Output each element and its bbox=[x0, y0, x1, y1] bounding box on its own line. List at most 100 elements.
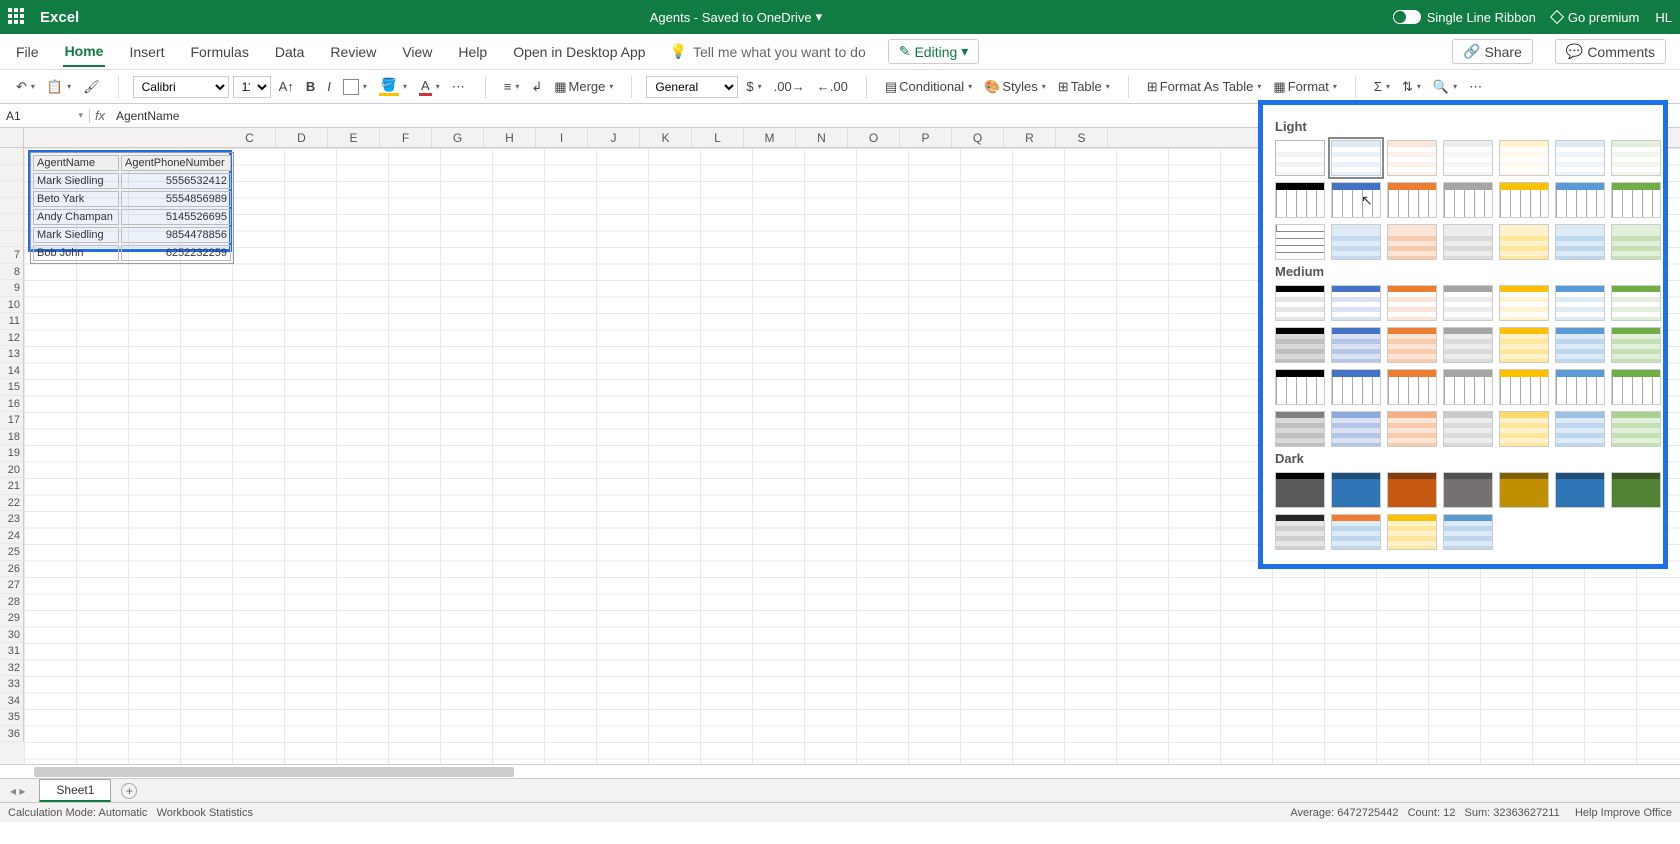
table-style-swatch[interactable] bbox=[1611, 285, 1661, 321]
row-header[interactable]: 16 bbox=[0, 396, 24, 413]
workbook-stats[interactable]: Workbook Statistics bbox=[157, 807, 253, 819]
sheet-tab[interactable]: Sheet1 bbox=[39, 779, 111, 802]
row-header[interactable]: 9 bbox=[0, 280, 24, 297]
table-style-swatch[interactable] bbox=[1387, 182, 1437, 218]
fx-icon[interactable]: fx bbox=[90, 108, 110, 123]
table-style-swatch[interactable] bbox=[1611, 224, 1661, 260]
go-premium-button[interactable]: Go premium bbox=[1552, 10, 1640, 25]
editing-mode-button[interactable]: ✎ Editing ▾ bbox=[888, 39, 980, 64]
italic-button[interactable]: I bbox=[323, 77, 335, 96]
column-header[interactable]: L bbox=[692, 128, 744, 147]
table-style-swatch[interactable] bbox=[1331, 327, 1381, 363]
help-improve[interactable]: Help Improve Office bbox=[1575, 807, 1672, 819]
table-style-swatch[interactable]: ↖ bbox=[1331, 140, 1381, 176]
number-format-select[interactable]: General bbox=[646, 76, 738, 98]
tab-file[interactable]: File bbox=[14, 38, 41, 66]
row-header[interactable]: 14 bbox=[0, 363, 24, 380]
table-style-swatch[interactable] bbox=[1443, 285, 1493, 321]
column-header[interactable]: J bbox=[588, 128, 640, 147]
table-style-swatch[interactable] bbox=[1443, 472, 1493, 508]
table-cell[interactable]: 5145526695 bbox=[121, 209, 231, 225]
table-style-swatch[interactable] bbox=[1387, 285, 1437, 321]
table-header[interactable]: AgentPhoneNumber bbox=[121, 155, 231, 171]
table-style-swatch[interactable] bbox=[1275, 224, 1325, 260]
table-style-swatch[interactable] bbox=[1331, 472, 1381, 508]
table-cell[interactable]: 5556532412 bbox=[121, 173, 231, 189]
sort-filter-button[interactable]: ⇅ bbox=[1398, 77, 1425, 97]
comments-button[interactable]: 💬Comments bbox=[1555, 39, 1666, 64]
table-style-swatch[interactable] bbox=[1331, 224, 1381, 260]
table-style-swatch[interactable] bbox=[1387, 514, 1437, 550]
column-header[interactable]: K bbox=[640, 128, 692, 147]
row-header[interactable]: 20 bbox=[0, 462, 24, 479]
row-header[interactable]: 17 bbox=[0, 412, 24, 429]
row-header[interactable]: 25 bbox=[0, 544, 24, 561]
tab-help[interactable]: Help bbox=[456, 38, 489, 66]
table-style-swatch[interactable] bbox=[1275, 327, 1325, 363]
row-header[interactable]: 32 bbox=[0, 660, 24, 677]
table-style-swatch[interactable] bbox=[1611, 472, 1661, 508]
increase-font-button[interactable]: A↑ bbox=[275, 77, 298, 96]
table-style-swatch[interactable] bbox=[1499, 472, 1549, 508]
calc-mode[interactable]: Calculation Mode: Automatic bbox=[8, 807, 147, 819]
row-header[interactable]: 10 bbox=[0, 297, 24, 314]
font-color-button[interactable]: A bbox=[415, 76, 444, 98]
row-header[interactable]: 18 bbox=[0, 429, 24, 446]
table-style-swatch[interactable] bbox=[1387, 369, 1437, 405]
table-style-swatch[interactable] bbox=[1275, 472, 1325, 508]
bold-button[interactable]: B bbox=[302, 77, 319, 96]
row-header[interactable]: 34 bbox=[0, 693, 24, 710]
sheet-nav-arrows[interactable]: ◂ ▸ bbox=[0, 784, 35, 798]
table-style-swatch[interactable] bbox=[1443, 411, 1493, 447]
table-style-swatch[interactable] bbox=[1387, 472, 1437, 508]
column-header[interactable]: N bbox=[796, 128, 848, 147]
row-header[interactable]: 27 bbox=[0, 577, 24, 594]
table-cell[interactable]: Beto Yark bbox=[33, 191, 119, 207]
font-family-select[interactable]: Calibri bbox=[133, 76, 229, 98]
table-style-swatch[interactable] bbox=[1331, 369, 1381, 405]
autosum-button[interactable]: Σ bbox=[1370, 77, 1394, 96]
column-header[interactable]: I bbox=[536, 128, 588, 147]
horizontal-scrollbar[interactable] bbox=[0, 764, 1680, 778]
table-style-swatch[interactable] bbox=[1275, 369, 1325, 405]
table-style-swatch[interactable] bbox=[1443, 369, 1493, 405]
font-size-select[interactable]: 11 bbox=[233, 76, 271, 98]
open-in-desktop-button[interactable]: Open in Desktop App bbox=[511, 38, 647, 66]
table-cell[interactable]: Bob John bbox=[33, 245, 119, 261]
column-header[interactable]: F bbox=[380, 128, 432, 147]
table-style-swatch[interactable] bbox=[1611, 327, 1661, 363]
table-style-swatch[interactable] bbox=[1387, 327, 1437, 363]
column-header[interactable]: S bbox=[1056, 128, 1108, 147]
font-more-button[interactable]: ⋯ bbox=[448, 77, 471, 97]
tab-formulas[interactable]: Formulas bbox=[188, 38, 250, 66]
share-button[interactable]: 🔗Share bbox=[1452, 39, 1533, 64]
table-style-swatch[interactable] bbox=[1499, 140, 1549, 176]
align-button[interactable]: ≡ bbox=[500, 77, 524, 96]
tab-review[interactable]: Review bbox=[328, 38, 378, 66]
column-header[interactable]: O bbox=[848, 128, 900, 147]
undo-button[interactable]: ↶ bbox=[12, 77, 39, 97]
user-avatar[interactable]: HL bbox=[1655, 10, 1672, 25]
table-style-swatch[interactable] bbox=[1443, 514, 1493, 550]
row-header[interactable] bbox=[0, 231, 24, 248]
row-header[interactable]: 21 bbox=[0, 478, 24, 495]
decrease-decimal-button[interactable]: ←.00 bbox=[813, 77, 852, 96]
column-header[interactable]: G bbox=[432, 128, 484, 147]
table-cell[interactable]: 9854478856 bbox=[121, 227, 231, 243]
borders-button[interactable] bbox=[339, 77, 371, 97]
column-header[interactable]: C bbox=[224, 128, 276, 147]
table-style-swatch[interactable] bbox=[1387, 224, 1437, 260]
table-style-swatch[interactable] bbox=[1443, 140, 1493, 176]
add-sheet-button[interactable]: + bbox=[121, 783, 137, 799]
row-header[interactable]: 11 bbox=[0, 313, 24, 330]
table-cell[interactable]: Mark Siedling bbox=[33, 173, 119, 189]
table-style-swatch[interactable] bbox=[1331, 285, 1381, 321]
paste-button[interactable]: 📋 bbox=[43, 77, 75, 97]
format-as-table-button[interactable]: ⊞ Format As Table bbox=[1143, 77, 1266, 97]
table-style-swatch[interactable] bbox=[1331, 182, 1381, 218]
row-header[interactable]: 31 bbox=[0, 643, 24, 660]
row-header[interactable]: 30 bbox=[0, 627, 24, 644]
column-header[interactable]: E bbox=[328, 128, 380, 147]
column-header[interactable]: H bbox=[484, 128, 536, 147]
table-style-swatch[interactable] bbox=[1275, 182, 1325, 218]
